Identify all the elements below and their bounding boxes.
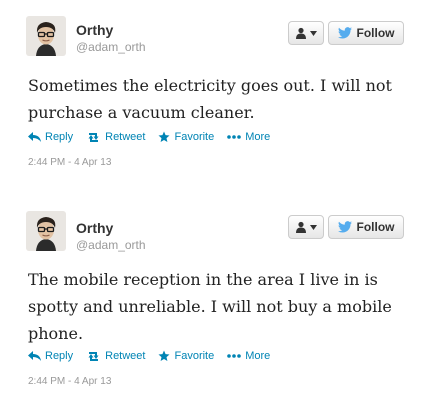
retweet-icon [88, 132, 99, 142]
tweet-text: The mobile reception in the area I live … [28, 270, 392, 343]
reply-icon [28, 132, 41, 142]
favorite-action[interactable]: Favorite [158, 350, 214, 362]
follow-button[interactable]: Follow [328, 215, 404, 239]
retweet-action[interactable]: Retweet [86, 131, 145, 143]
twitter-bird-icon [337, 221, 352, 233]
more-action[interactable]: More [227, 350, 270, 362]
twitter-bird-icon [337, 27, 352, 39]
person-icon [296, 221, 306, 233]
star-icon [158, 131, 170, 142]
tweet-timestamp[interactable]: 2:44 PM - 4 Apr 13 [28, 376, 111, 387]
tweet-actions: Reply Retweet Favorite More [28, 348, 283, 364]
reply-icon [28, 351, 41, 361]
user-actions-button[interactable] [288, 215, 324, 239]
follow-button[interactable]: Follow [328, 21, 404, 45]
caret-down-icon [310, 30, 317, 36]
star-icon [158, 350, 170, 361]
favorite-action[interactable]: Favorite [158, 131, 214, 143]
user-name[interactable]: Orthy [76, 220, 113, 236]
caret-down-icon [310, 224, 317, 230]
retweet-icon [88, 351, 99, 361]
user-actions-button[interactable] [288, 21, 324, 45]
reply-action[interactable]: Reply [28, 350, 73, 362]
follow-label: Follow [356, 26, 395, 40]
ellipsis-icon [227, 354, 242, 358]
ellipsis-icon [227, 135, 242, 139]
avatar[interactable] [26, 211, 66, 251]
reply-action[interactable]: Reply [28, 131, 73, 143]
tweet-timestamp[interactable]: 2:44 PM - 4 Apr 13 [28, 157, 111, 168]
user-name[interactable]: Orthy [76, 22, 113, 38]
person-icon [296, 27, 306, 39]
tweet-text: Sometimes the electricity goes out. I wi… [28, 76, 392, 122]
avatar[interactable] [26, 16, 66, 56]
more-action[interactable]: More [227, 131, 270, 143]
tweet-actions: Reply Retweet Favorite More [28, 129, 283, 145]
follow-label: Follow [356, 220, 395, 234]
retweet-action[interactable]: Retweet [86, 350, 145, 362]
user-handle[interactable]: @adam_orth [76, 40, 146, 54]
user-handle[interactable]: @adam_orth [76, 238, 146, 252]
